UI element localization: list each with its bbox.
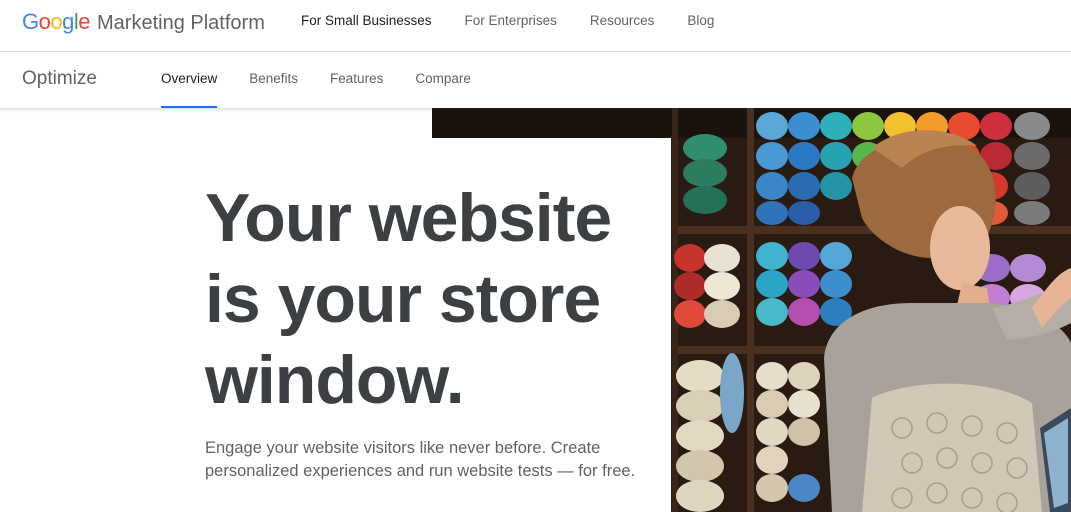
- nav-link-enterprises[interactable]: For Enterprises: [465, 13, 557, 28]
- google-marketing-platform-logo[interactable]: Google Marketing Platform: [22, 9, 265, 35]
- subtext-line-1: Engage your website visitors like never …: [205, 439, 601, 457]
- hero-subtext: Engage your website visitors like never …: [205, 437, 645, 483]
- product-name[interactable]: Optimize: [22, 68, 97, 90]
- hero-headline: Your website is your store window.: [205, 178, 665, 421]
- headline-line-3: window.: [205, 342, 465, 418]
- tab-overview[interactable]: Overview: [161, 52, 218, 108]
- primary-nav: For Small Businesses For Enterprises Res…: [301, 13, 747, 28]
- subtext-line-2: personalized experiences and run website…: [205, 462, 636, 480]
- nav-link-blog[interactable]: Blog: [687, 13, 714, 28]
- headline-line-2: is your store: [205, 261, 601, 337]
- nav-link-resources[interactable]: Resources: [590, 13, 655, 28]
- product-tabs: Overview Benefits Features Compare: [161, 52, 503, 108]
- headline-line-1: Your website: [205, 180, 612, 256]
- tab-benefits[interactable]: Benefits: [249, 52, 298, 108]
- nav-link-small-businesses[interactable]: For Small Businesses: [301, 13, 432, 28]
- top-navigation-bar: Google Marketing Platform For Small Busi…: [0, 0, 1071, 52]
- google-logo: Google: [22, 9, 91, 34]
- product-sub-navigation: Optimize Overview Benefits Features Comp…: [0, 52, 1071, 108]
- tab-features[interactable]: Features: [330, 52, 383, 108]
- tab-compare[interactable]: Compare: [415, 52, 471, 108]
- brand-name: Marketing Platform: [97, 12, 265, 34]
